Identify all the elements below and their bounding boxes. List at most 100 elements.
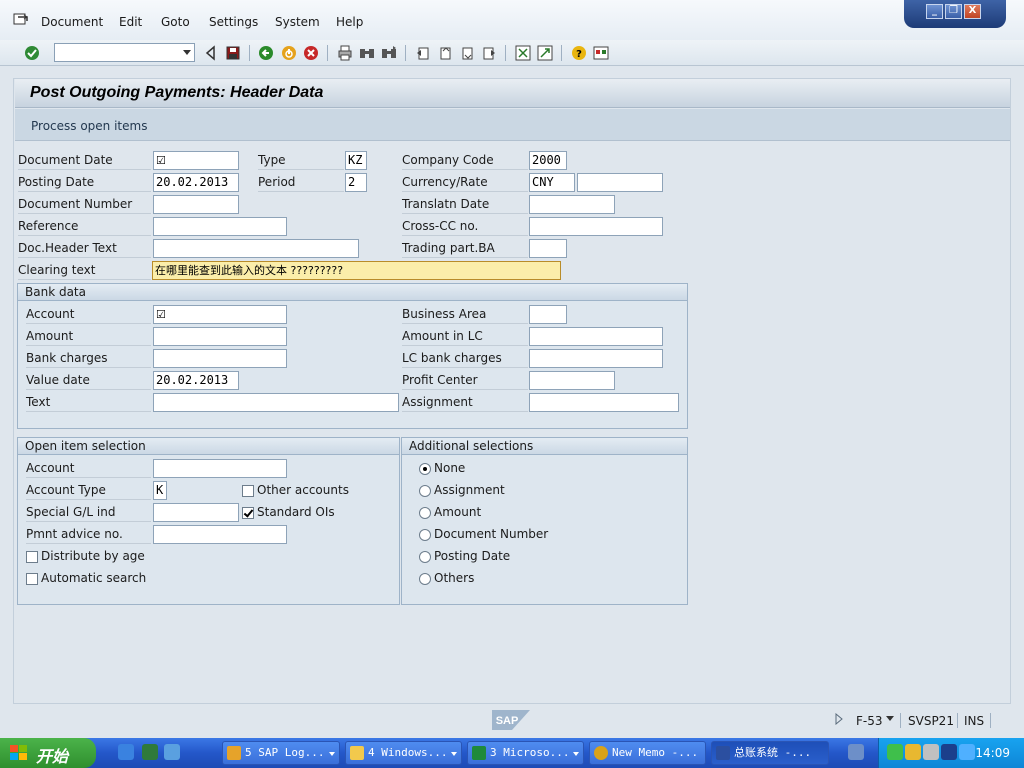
distribute-by-age-checkbox[interactable] [26,551,38,563]
reference-field[interactable] [153,217,287,236]
standard-ois-label: Standard OIs [257,505,335,519]
next-page-icon[interactable] [459,45,475,61]
menu-settings[interactable]: Settings [209,15,258,29]
document-number-label: Document Number [18,195,151,214]
special-gl-field[interactable] [153,503,239,522]
text-field[interactable] [153,393,399,412]
taskbar-microsoft[interactable]: 3 Microso... [467,741,584,765]
status-expand-icon[interactable] [834,713,844,725]
cancel-icon[interactable] [303,45,319,61]
sap-logo-text: SAP [496,715,519,727]
cross-cc-field[interactable] [529,217,663,236]
toolbar-separator [405,45,406,61]
sap-k-icon [716,746,730,760]
bank-account-field[interactable]: ☑ [153,305,287,324]
system-menu-icon[interactable] [13,13,29,27]
toolbar-separator [505,45,506,61]
help-icon[interactable]: ? [571,45,587,61]
shortcut-icon[interactable] [537,45,553,61]
amount-field[interactable] [153,327,287,346]
command-field[interactable] [54,43,195,62]
print-icon[interactable] [337,45,353,61]
start-label: 开始 [36,747,69,766]
quick-launch-icon[interactable] [164,744,180,760]
currency-field[interactable]: CNY [529,173,575,192]
save-icon[interactable] [225,45,241,61]
find-next-icon[interactable] [381,45,397,61]
standard-ois-checkbox[interactable] [242,507,254,519]
find-icon[interactable] [359,45,375,61]
oi-account-field[interactable] [153,459,287,478]
menu-edit[interactable]: Edit [119,15,142,29]
back-icon[interactable] [203,45,219,61]
taskbar-gl-system[interactable]: 总账系统 -... [711,741,829,765]
rate-field[interactable] [577,173,663,192]
menu-document[interactable]: Document [41,15,103,29]
menu-goto[interactable]: Goto [161,15,190,29]
tray-icon[interactable] [923,744,939,760]
tray-icon[interactable] [887,744,903,760]
exit-icon[interactable] [281,45,297,61]
clearing-text-label: Clearing text [18,261,151,280]
clearing-text-field[interactable]: 在哪里能查到此输入的文本 ????????? [152,261,561,280]
translatn-date-field[interactable] [529,195,615,214]
radio-others[interactable] [419,573,431,585]
posting-date-field[interactable]: 20.02.2013 [153,173,239,192]
transaction-code: F-53 [856,714,883,728]
application-toolbar: Process open items [15,109,1010,141]
close-button[interactable]: X [964,4,981,19]
radio-document-number[interactable] [419,529,431,541]
assignment-field[interactable] [529,393,679,412]
tray-icon[interactable] [941,744,957,760]
keyboard-icon[interactable] [848,744,864,760]
document-date-field[interactable]: ☑ [153,151,239,170]
value-date-field[interactable]: 20.02.2013 [153,371,239,390]
standard-toolbar: ? [0,40,1024,66]
radio-posting-date[interactable] [419,551,431,563]
create-session-icon[interactable] [515,45,531,61]
last-page-icon[interactable] [481,45,497,61]
previous-page-icon[interactable] [437,45,453,61]
enter-icon[interactable] [24,45,40,61]
radio-assignment[interactable] [419,485,431,497]
taskbar-new-memo[interactable]: New Memo -... [589,741,706,765]
profit-center-field[interactable] [529,371,615,390]
company-code-field[interactable]: 2000 [529,151,567,170]
menu-help[interactable]: Help [336,15,363,29]
layout-icon[interactable] [593,45,609,61]
pmnt-advice-field[interactable] [153,525,287,544]
trading-part-field[interactable] [529,239,567,258]
taskbar-windows[interactable]: 4 Windows... [345,741,462,765]
automatic-search-checkbox[interactable] [26,573,38,585]
chevron-down-icon [329,752,335,756]
document-number-field[interactable] [153,195,239,214]
chevron-down-icon[interactable] [886,716,894,721]
start-button[interactable]: 开始 [0,738,96,768]
ie-icon[interactable] [118,744,134,760]
svg-text:?: ? [576,49,582,60]
doc-header-text-field[interactable] [153,239,359,258]
bank-charges-field[interactable] [153,349,287,368]
vc-icon[interactable] [142,744,158,760]
taskbar-sap-logon[interactable]: 5 SAP Log... [222,741,340,765]
radio-none-label: None [434,461,466,475]
first-page-icon[interactable] [415,45,431,61]
minimize-button[interactable]: _ [926,4,943,19]
type-field[interactable]: KZ [345,151,367,170]
period-field[interactable]: 2 [345,173,367,192]
tray-icon[interactable] [959,744,975,760]
amount-lc-field[interactable] [529,327,663,346]
business-area-field[interactable] [529,305,567,324]
radio-none[interactable] [419,463,431,475]
account-type-field[interactable]: K [153,481,167,500]
tray-icon[interactable] [905,744,921,760]
lc-bank-charges-field[interactable] [529,349,663,368]
process-open-items-button[interactable]: Process open items [31,119,147,133]
restore-button[interactable]: ❐ [945,4,962,19]
chevron-down-icon[interactable] [183,50,191,55]
menu-system[interactable]: System [275,15,320,29]
other-accounts-checkbox[interactable] [242,485,254,497]
back-green-icon[interactable] [258,45,274,61]
radio-amount[interactable] [419,507,431,519]
radio-amount-label: Amount [434,505,482,519]
